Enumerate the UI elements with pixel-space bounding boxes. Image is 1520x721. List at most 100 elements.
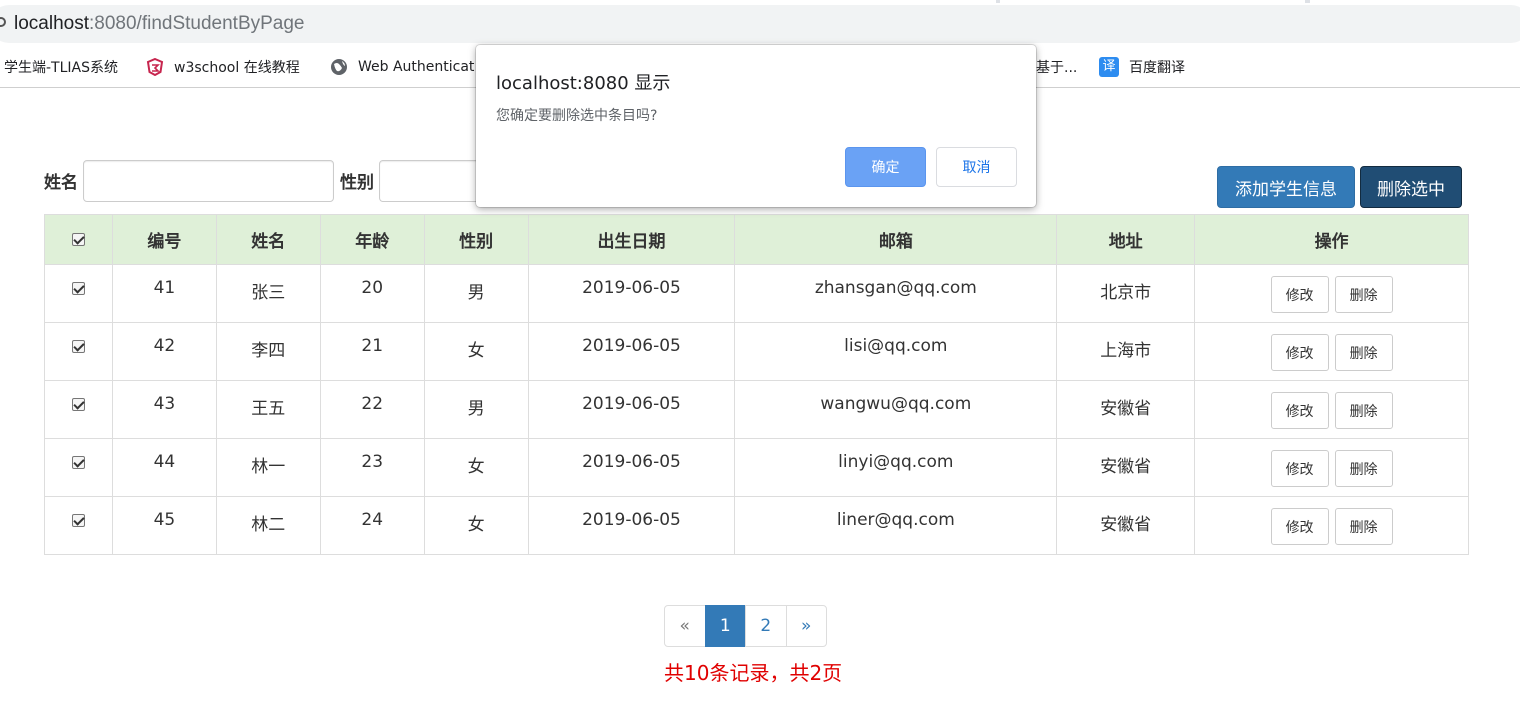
cell-email: zhansgan@qq.com [734, 264, 1058, 323]
cell-email: linyi@qq.com [734, 438, 1058, 497]
cell-actions: 修改 删除 [1194, 438, 1469, 497]
gender-input[interactable] [379, 160, 479, 202]
tab[interactable] [1000, 0, 1305, 3]
cell-address: 安徽省 [1056, 438, 1196, 497]
next-page-button[interactable]: » [785, 605, 827, 647]
delete-button[interactable]: 删除 [1334, 392, 1393, 429]
cell-actions: 修改 删除 [1194, 322, 1469, 381]
bookmark-web-authentication[interactable]: Web Authenticat [330, 56, 474, 78]
cell-address: 安徽省 [1056, 380, 1196, 439]
tab-active[interactable] [0, 0, 996, 3]
cell-id: 45 [111, 496, 217, 555]
bookmark-jiyu[interactable]: 基于... [1036, 56, 1077, 78]
tab[interactable] [1310, 0, 1520, 3]
confirm-cancel-button[interactable]: 取消 [936, 147, 1017, 187]
table-header-row: 编号 姓名 年龄 性别 出生日期 邮箱 地址 操作 [44, 214, 1469, 265]
table-row: 42 李四 21 女 2019-06-05 lisi@qq.com 上海市 修改 删除 [44, 322, 1469, 381]
delete-button[interactable]: 删除 [1334, 508, 1393, 545]
header-age: 年龄 [319, 214, 425, 265]
cell-gender: 女 [423, 496, 529, 555]
table-row: 43 王五 22 男 2019-06-05 wangwu@qq.com 安徽省 修改 删除 [44, 380, 1469, 439]
name-input[interactable] [83, 160, 334, 202]
header-gender: 性别 [423, 214, 529, 265]
confirm-dialog: localhost:8080 显示 您确定要删除选中条目吗? 确定 取消 [476, 45, 1036, 207]
bookmark-w3school[interactable]: w3school 在线教程 [146, 56, 300, 78]
cell-actions: 修改 删除 [1194, 380, 1469, 439]
cell-id: 43 [111, 380, 217, 439]
row-select-cell [44, 322, 113, 381]
header-address: 地址 [1056, 214, 1196, 265]
edit-button[interactable]: 修改 [1270, 450, 1329, 487]
record-summary: 共10条记录，共2页 [664, 661, 843, 685]
cell-name: 张三 [215, 264, 321, 323]
edit-button[interactable]: 修改 [1270, 334, 1329, 371]
row-checkbox[interactable] [71, 513, 85, 527]
row-checkbox[interactable] [71, 455, 85, 469]
delete-selected-button[interactable]: 删除选中 [1360, 166, 1462, 208]
cell-birthday: 2019-06-05 [527, 438, 736, 497]
student-table: 编号 姓名 年龄 性别 出生日期 邮箱 地址 操作 41 张三 20 男 2019-06… [44, 214, 1469, 555]
dialog-title: localhost:8080 显示 [496, 73, 671, 94]
cell-age: 21 [319, 322, 425, 381]
row-checkbox[interactable] [71, 281, 85, 295]
table-row: 45 林二 24 女 2019-06-05 liner@qq.com 安徽省 修改 删除 [44, 496, 1469, 555]
edit-button[interactable]: 修改 [1270, 392, 1329, 429]
confirm-ok-button[interactable]: 确定 [845, 147, 926, 187]
cell-gender: 男 [423, 380, 529, 439]
select-all-checkbox[interactable] [71, 233, 85, 246]
edit-button[interactable]: 修改 [1270, 276, 1329, 313]
cell-gender: 男 [423, 264, 529, 323]
cell-age: 22 [319, 380, 425, 439]
page-2-button[interactable]: 2 [745, 605, 787, 647]
name-label: 姓名 [44, 173, 78, 193]
cell-gender: 女 [423, 438, 529, 497]
pagination: « 1 2 » [664, 605, 827, 647]
bookmark-tlias[interactable]: 学生端-TLIAS系统 [4, 56, 118, 78]
header-email: 邮箱 [734, 214, 1058, 265]
cell-name: 王五 [215, 380, 321, 439]
translate-icon: 译 [1099, 57, 1119, 77]
table-row: 44 林一 23 女 2019-06-05 linyi@qq.com 安徽省 修改 删除 [44, 438, 1469, 497]
cell-email: liner@qq.com [734, 496, 1058, 555]
row-select-cell [44, 380, 113, 439]
row-checkbox[interactable] [71, 339, 85, 353]
cell-name: 林一 [215, 438, 321, 497]
header-birthday: 出生日期 [527, 214, 736, 265]
tab-strip [0, 0, 1520, 3]
prev-page-button[interactable]: « [664, 605, 706, 647]
table-body: 41 张三 20 男 2019-06-05 zhansgan@qq.com 北京市 修改 删除 4… [44, 264, 1469, 555]
cell-email: wangwu@qq.com [734, 380, 1058, 439]
table-row: 41 张三 20 男 2019-06-05 zhansgan@qq.com 北京市 修改 删除 [44, 264, 1469, 323]
dialog-message: 您确定要删除选中条目吗? [496, 108, 658, 124]
cell-birthday: 2019-06-05 [527, 380, 736, 439]
edit-button[interactable]: 修改 [1270, 508, 1329, 545]
select-all-cell [44, 214, 113, 265]
page-1-button[interactable]: 1 [704, 605, 746, 647]
delete-button[interactable]: 删除 [1334, 450, 1393, 487]
cell-birthday: 2019-06-05 [527, 322, 736, 381]
w3school-icon [146, 58, 164, 76]
add-student-button[interactable]: 添加学生信息 [1217, 166, 1355, 208]
cell-address: 北京市 [1056, 264, 1196, 323]
cell-actions: 修改 删除 [1194, 496, 1469, 555]
row-select-cell [44, 438, 113, 497]
header-id: 编号 [111, 214, 217, 265]
row-checkbox[interactable] [71, 397, 85, 411]
cell-email: lisi@qq.com [734, 322, 1058, 381]
cell-address: 上海市 [1056, 322, 1196, 381]
gender-label: 性别 [340, 173, 374, 193]
cell-birthday: 2019-06-05 [527, 264, 736, 323]
bookmark-baidu-translate[interactable]: 译 百度翻译 [1099, 56, 1185, 78]
cell-id: 41 [111, 264, 217, 323]
delete-button[interactable]: 删除 [1334, 276, 1393, 313]
header-actions: 操作 [1194, 214, 1469, 265]
url-text[interactable]: localhost:8080/findStudentByPage [14, 12, 305, 36]
cell-actions: 修改 删除 [1194, 264, 1469, 323]
globe-icon [331, 59, 347, 75]
cell-age: 24 [319, 496, 425, 555]
cell-birthday: 2019-06-05 [527, 496, 736, 555]
delete-button[interactable]: 删除 [1334, 334, 1393, 371]
cell-name: 李四 [215, 322, 321, 381]
header-name: 姓名 [215, 214, 321, 265]
cell-id: 44 [111, 438, 217, 497]
